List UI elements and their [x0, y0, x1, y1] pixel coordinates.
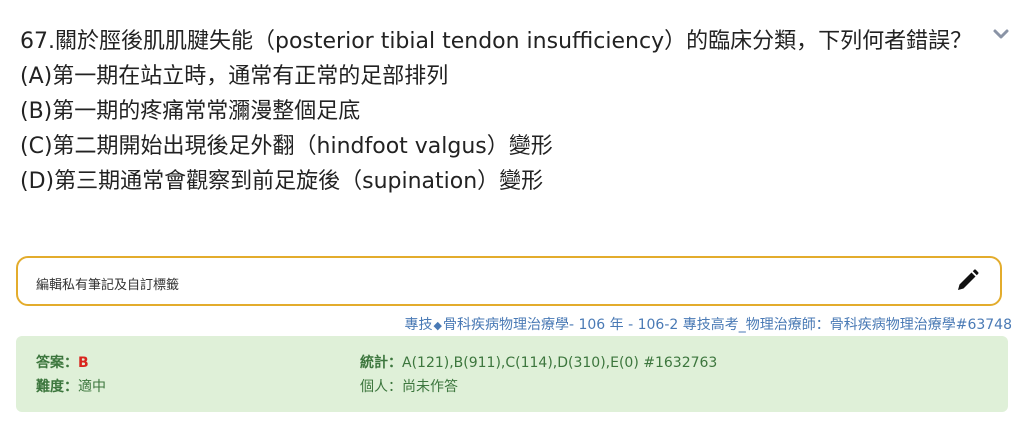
note-label: 編輯私有筆記及自訂標籤 [36, 278, 180, 293]
difficulty-field: 難度：適中 [36, 376, 106, 396]
difficulty-value: 適中 [78, 379, 106, 395]
option-c: (C)第二期開始出現後足外翻（hindfoot valgus）變形 [20, 134, 553, 159]
source-link[interactable]: 專技◆骨科疾病物理治療學- 106 年 - 106-2 專技高考_物理治療師：骨… [405, 314, 1013, 334]
source-category: 專技 [404, 317, 433, 333]
question-stem: 67.關於脛後肌肌腱失能（posterior tibial tendon ins… [20, 29, 973, 54]
answer-value: B [78, 355, 89, 371]
chevron-down-icon [993, 29, 1009, 39]
question-block: 67.關於脛後肌肌腱失能（posterior tibial tendon ins… [20, 24, 980, 199]
difficulty-label: 難度： [36, 379, 78, 395]
private-note-box[interactable]: 編輯私有筆記及自訂標籤 [16, 256, 1002, 306]
collapse-toggle-button[interactable] [992, 26, 1010, 44]
stats-label: 統計： [360, 355, 402, 371]
edit-note-button[interactable] [954, 268, 980, 294]
source-bullet: ◆ [433, 319, 442, 332]
answer-label: 答案： [36, 355, 78, 371]
personal-field: 個人：尚未作答 [360, 376, 458, 396]
personal-label: 個人： [360, 379, 402, 395]
answer-field: 答案：B [36, 352, 89, 372]
source-text: 骨科疾病物理治療學- 106 年 - 106-2 專技高考_物理治療師：骨科疾病… [442, 317, 1012, 333]
stats-value: A(121),B(911),C(114),D(310),E(0) #163276… [402, 355, 718, 371]
answer-panel: 答案：B 難度：適中 統計：A(121),B(911),C(114),D(310… [16, 336, 1008, 412]
option-b: (B)第一期的疼痛常常瀰漫整個足底 [20, 99, 361, 124]
pencil-icon [958, 269, 979, 290]
option-a: (A)第一期在站立時，通常有正常的足部排列 [20, 64, 449, 89]
stats-field: 統計：A(121),B(911),C(114),D(310),E(0) #163… [360, 352, 717, 372]
option-d: (D)第三期通常會觀察到前足旋後（supination）變形 [20, 169, 544, 194]
personal-value: 尚未作答 [402, 379, 458, 395]
